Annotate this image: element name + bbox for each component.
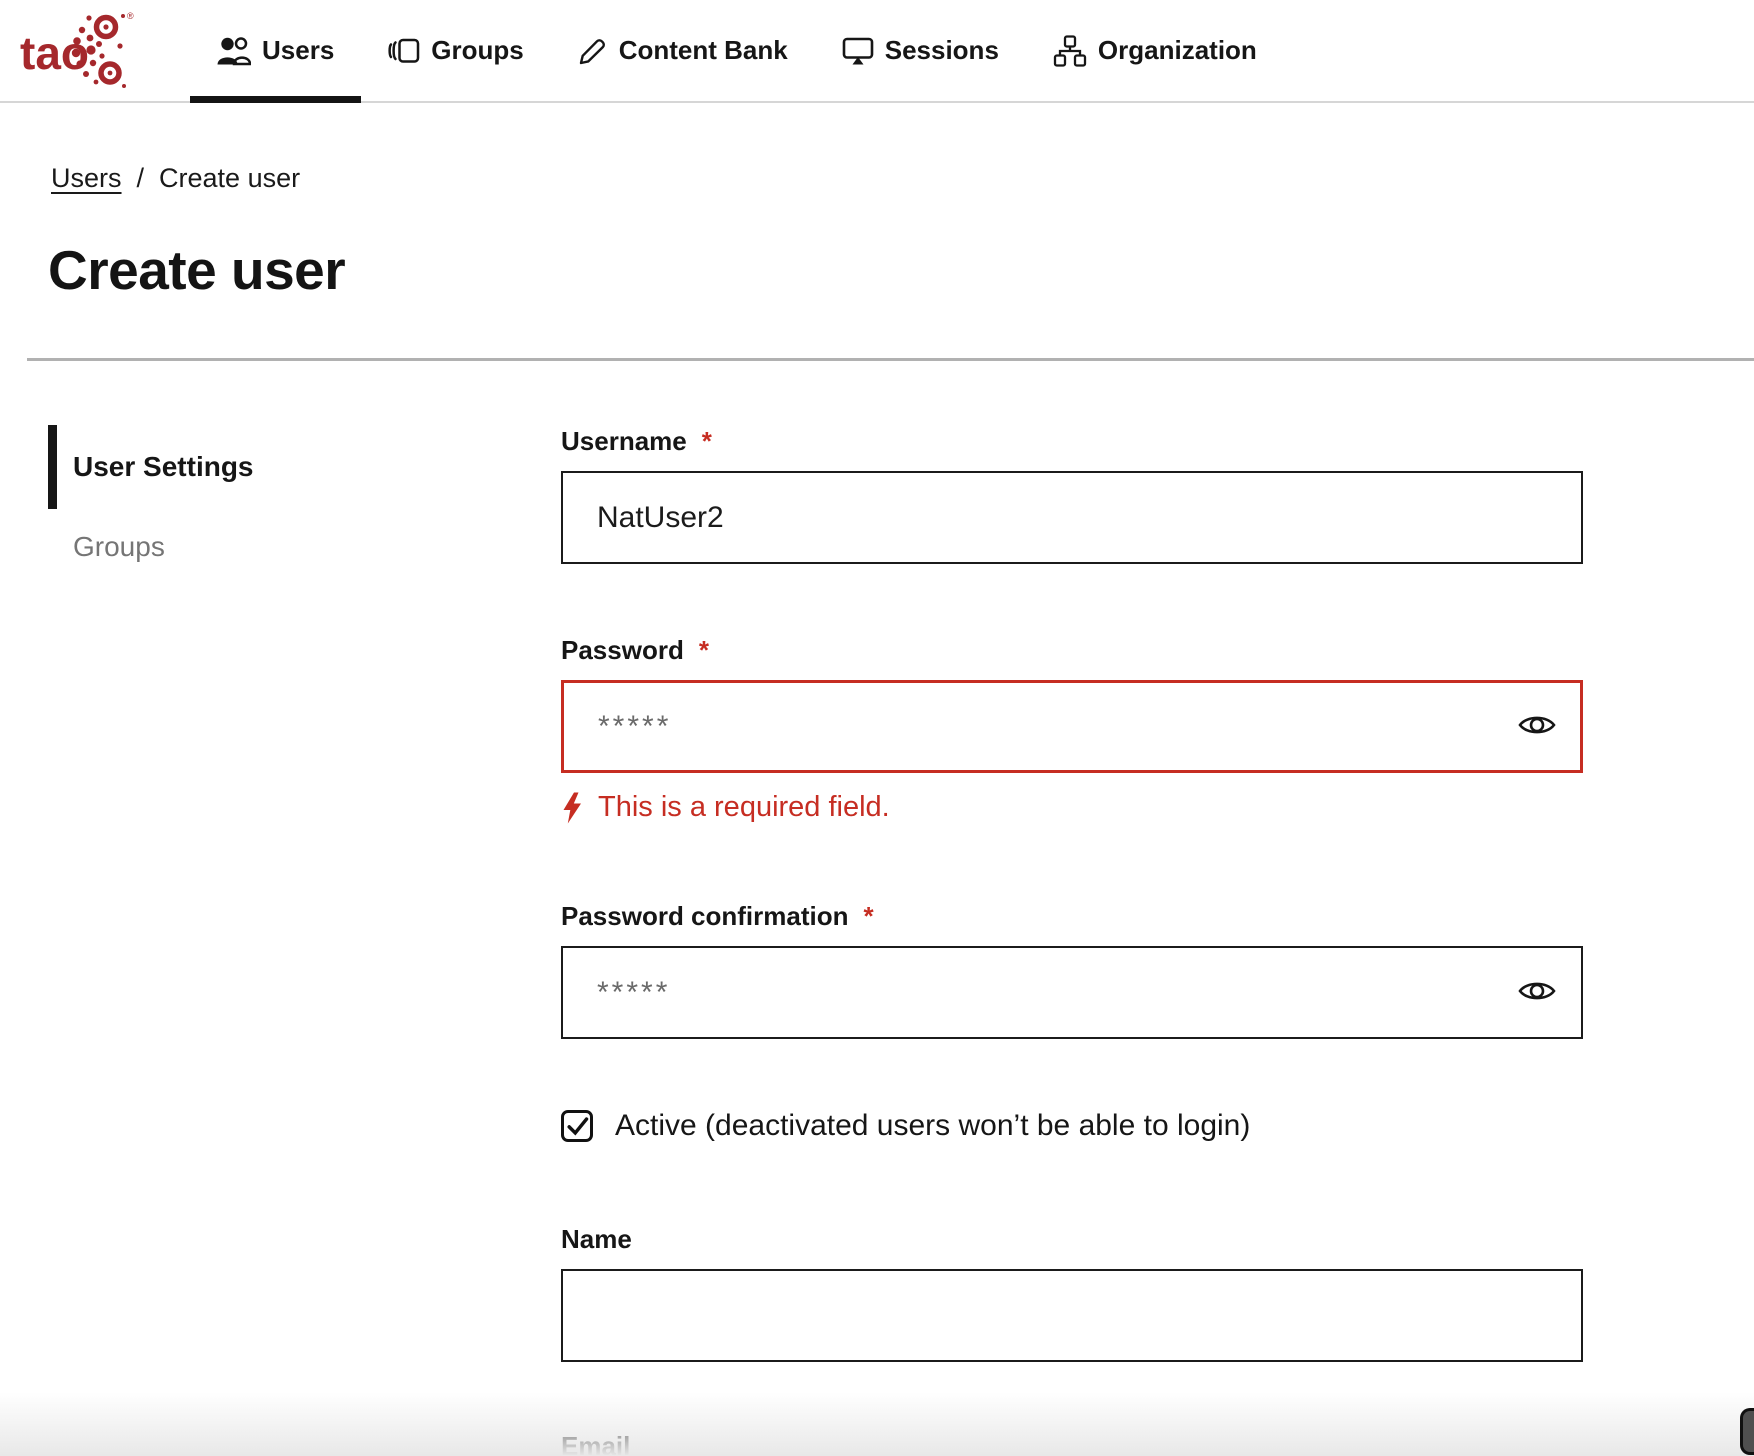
- active-checkbox-row: Active (deactivated users won’t be able …: [561, 1109, 1583, 1143]
- username-input[interactable]: [561, 471, 1583, 564]
- create-user-form: Username * Password *: [561, 425, 1583, 1456]
- users-icon: [217, 36, 251, 66]
- active-checkbox[interactable]: [561, 1110, 593, 1142]
- password-visibility-toggle[interactable]: [1517, 713, 1557, 741]
- password-label: Password *: [561, 634, 1583, 666]
- password-confirmation-label: Password confirmation *: [561, 900, 1583, 932]
- nav-tab-label: Content Bank: [619, 35, 788, 66]
- title-divider: [27, 358, 1754, 361]
- org-chart-icon: [1053, 35, 1087, 67]
- nav-tab-label: Users: [262, 35, 334, 66]
- tao-logo[interactable]: tao ®: [20, 6, 138, 96]
- breadcrumb-separator: /: [137, 163, 145, 194]
- content-area: User Settings Groups Username * Passw: [0, 425, 1754, 1456]
- floating-widget-partial[interactable]: [1740, 1408, 1754, 1455]
- lightning-bolt-icon: [561, 792, 583, 824]
- password-label-text: Password: [561, 634, 684, 666]
- pencil-icon: [578, 36, 608, 66]
- nav-tab-label: Sessions: [885, 35, 999, 66]
- email-label-text: Email: [561, 1430, 630, 1456]
- password-input[interactable]: [561, 680, 1583, 773]
- name-field-group: Name: [561, 1223, 1583, 1362]
- name-label: Name: [561, 1223, 1583, 1255]
- eye-icon: [1518, 979, 1556, 1003]
- primary-nav: Users Groups Content Bank: [190, 0, 1284, 101]
- username-label: Username *: [561, 425, 1583, 457]
- password-confirmation-field-group: Password confirmation *: [561, 900, 1583, 1039]
- error-text: This is a required field.: [598, 791, 890, 824]
- active-checkbox-label: Active (deactivated users won’t be able …: [615, 1109, 1250, 1143]
- breadcrumb: Users / Create user: [51, 163, 1754, 194]
- required-asterisk: *: [864, 900, 874, 932]
- eye-icon: [1518, 713, 1556, 737]
- password-field-group: Password * This is a: [561, 634, 1583, 824]
- email-field-group: Email: [561, 1430, 1583, 1456]
- registered-mark: ®: [127, 11, 134, 21]
- nav-tab-users[interactable]: Users: [190, 0, 361, 101]
- monitor-icon: [842, 36, 874, 66]
- password-confirmation-input[interactable]: [561, 946, 1583, 1039]
- username-field-group: Username *: [561, 425, 1583, 564]
- create-user-page: tao ®: [0, 0, 1754, 1456]
- groups-icon: [388, 36, 420, 66]
- nav-tab-label: Groups: [431, 35, 523, 66]
- sidebar-item-label: Groups: [73, 531, 165, 562]
- nav-tab-organization[interactable]: Organization: [1026, 0, 1284, 101]
- password-confirmation-label-text: Password confirmation: [561, 900, 849, 932]
- nav-tab-label: Organization: [1098, 35, 1257, 66]
- nav-tab-groups[interactable]: Groups: [361, 0, 550, 101]
- name-label-text: Name: [561, 1223, 632, 1255]
- top-nav-bar: tao ®: [0, 0, 1754, 103]
- settings-sidebar: User Settings Groups: [48, 425, 561, 1456]
- username-label-text: Username: [561, 425, 687, 457]
- nav-tab-content-bank[interactable]: Content Bank: [551, 0, 815, 101]
- nav-tab-sessions[interactable]: Sessions: [815, 0, 1026, 101]
- required-asterisk: *: [702, 425, 712, 457]
- checkmark-icon: [564, 1112, 590, 1140]
- breadcrumb-link-users[interactable]: Users: [51, 163, 122, 194]
- password-error-message: This is a required field.: [561, 791, 1583, 824]
- page-title: Create user: [48, 238, 1754, 302]
- breadcrumb-current: Create user: [159, 163, 300, 194]
- password-confirmation-visibility-toggle[interactable]: [1517, 979, 1557, 1007]
- sidebar-item-label: User Settings: [73, 451, 254, 482]
- email-label: Email: [561, 1430, 1583, 1456]
- name-input[interactable]: [561, 1269, 1583, 1362]
- sidebar-item-groups[interactable]: Groups: [48, 531, 561, 563]
- sidebar-item-user-settings[interactable]: User Settings: [48, 425, 561, 509]
- required-asterisk: *: [699, 634, 709, 666]
